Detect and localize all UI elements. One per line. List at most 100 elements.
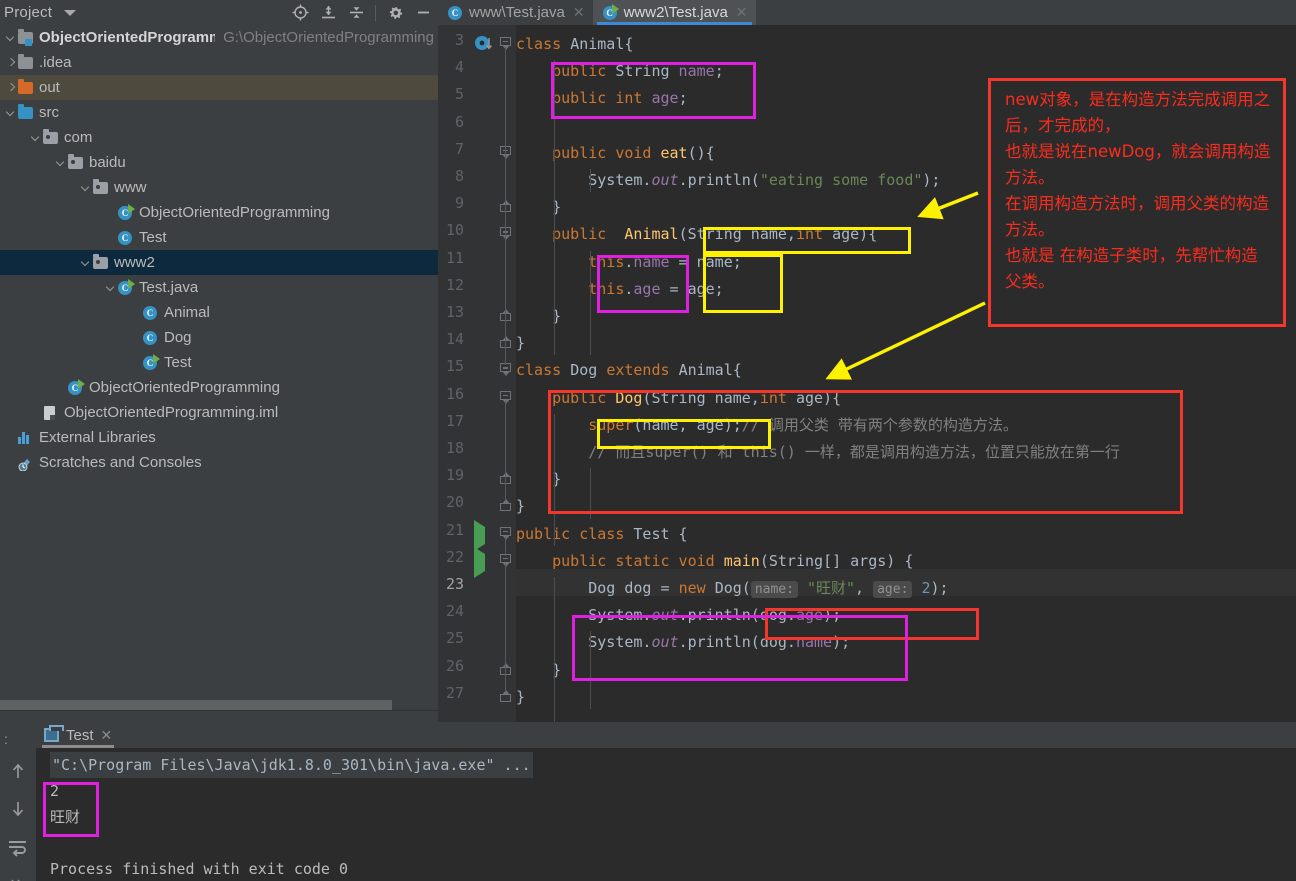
library-icon (17, 430, 34, 446)
project-hscrollbar-thumb[interactable] (0, 700, 392, 710)
code-token: ( (759, 551, 769, 570)
tree-item-out[interactable]: out (0, 75, 438, 100)
gear-icon[interactable] (382, 1, 408, 25)
fold-end-icon[interactable] (500, 689, 511, 703)
line-number: 23 (445, 575, 464, 593)
tree-item-www[interactable]: www (0, 175, 438, 200)
tree-item-animal[interactable]: C Animal (0, 300, 438, 325)
tree-item-label: www (114, 179, 147, 196)
tree-item-test[interactable]: C Test (0, 350, 438, 375)
console-output[interactable]: "C:\Program Files\Java\jdk1.8.0_301\bin\… (36, 748, 1296, 881)
code-line-6[interactable] (516, 113, 525, 140)
bookmark-icon[interactable] (474, 35, 496, 58)
chevrons-icon[interactable] (7, 874, 29, 881)
tree-item-com[interactable]: com (0, 125, 438, 150)
code-line-16[interactable]: public Dog(String name,int age){ (516, 385, 841, 412)
tree-item-www2[interactable]: www2 (0, 250, 438, 275)
expand-all-icon[interactable] (315, 1, 341, 25)
chevron-right-icon[interactable] (4, 56, 17, 69)
tree-item-objectorientedprogramming[interactable]: C ObjectOrientedProgramming (0, 200, 438, 225)
code-token: public static void (516, 551, 724, 570)
down-arrow-icon[interactable] (7, 798, 29, 820)
tree-item-label: .idea (39, 54, 72, 71)
line-number: 18 (445, 439, 464, 457)
code-line-24[interactable]: System.out.println(dog.age); (516, 602, 841, 629)
code-line-5[interactable]: public int age; (516, 85, 687, 112)
tree-item-src[interactable]: src (0, 100, 438, 125)
line-number: 21 (445, 520, 464, 539)
up-arrow-icon[interactable] (7, 760, 29, 782)
chevron-down-icon[interactable] (64, 9, 77, 16)
tree-item-idea[interactable]: .idea (0, 50, 438, 75)
locate-icon[interactable] (287, 1, 313, 25)
code-line-15[interactable]: class Dog extends Animal{ (516, 357, 742, 384)
run-tab-test[interactable]: Test ✕ (36, 722, 120, 748)
code-line-10[interactable]: public Animal(String name,int age){ (516, 221, 877, 248)
run-gutter-icon[interactable] (474, 546, 485, 578)
chevron-down-icon[interactable] (4, 31, 17, 44)
close-icon[interactable]: ✕ (736, 4, 748, 21)
code-line-21[interactable]: public class Test { (516, 521, 688, 548)
editor-gutter[interactable]: 3 4 5 6 7 8 9 10 11 12 13 14 15 16 17 18 19 20 21 22 23 24 25 2… (438, 25, 516, 722)
code-token: ); (832, 633, 851, 652)
tree-item-external-libraries[interactable]: External Libraries (0, 425, 438, 450)
tree-item-objectorientedprogramming[interactable]: ObjectOrientedProgramming G:\ObjectOrient… (0, 25, 438, 50)
tree-item-test[interactable]: C Test (0, 225, 438, 250)
code-line-8[interactable]: System.out.println("eating some food"); (516, 167, 940, 194)
soft-wrap-icon[interactable] (7, 836, 29, 858)
tree-item-dog[interactable]: C Dog (0, 325, 438, 350)
close-icon[interactable]: ✕ (101, 727, 113, 744)
run-toolbar (0, 748, 36, 881)
class-icon: C (117, 230, 134, 246)
code-line-27[interactable]: } (516, 684, 525, 711)
collapse-all-icon[interactable] (343, 1, 369, 25)
editor-tab-2[interactable]: Cwww2\Test.java ✕ (592, 0, 756, 25)
tree-item-objectorientedprogramming[interactable]: C ObjectOrientedProgramming (0, 375, 438, 400)
code-line-22[interactable]: public static void main(String[] args) { (516, 548, 913, 575)
chevron-down-icon[interactable] (79, 256, 92, 269)
project-tree[interactable]: ObjectOrientedProgramming G:\ObjectOrient… (0, 25, 438, 710)
line-number: 17 (445, 411, 464, 430)
tree-item-baidu[interactable]: baidu (0, 150, 438, 175)
tree-item-scratches-and-consoles[interactable]: Scratches and Consoles (0, 450, 438, 475)
chevron-right-icon[interactable] (4, 81, 17, 94)
fold-rail (505, 400, 507, 502)
code-token: Animal (624, 225, 679, 244)
code-token: ( (741, 579, 751, 597)
code-token: { (624, 35, 634, 53)
line-number: 27 (445, 683, 464, 702)
line-number: 16 (445, 384, 464, 403)
chevron-down-icon[interactable] (54, 156, 67, 169)
line-number: 9 (454, 194, 464, 213)
code-line-4[interactable]: public String name; (516, 58, 724, 85)
code-line-14[interactable]: } (516, 330, 525, 357)
run-gutter-icon[interactable] (474, 519, 485, 551)
code-line-25[interactable]: System.out.println(dog.name); (516, 629, 850, 656)
close-icon[interactable]: ✕ (573, 4, 585, 21)
code-line-3[interactable]: class Animal{ (516, 31, 633, 58)
code-token: public int (516, 89, 643, 108)
project-hscrollbar[interactable] (0, 700, 438, 710)
chevron-down-icon[interactable] (4, 106, 17, 119)
code-line-20[interactable]: } (516, 493, 525, 520)
tree-item-objectorientedprogramming-iml[interactable]: ObjectOrientedProgramming.iml (0, 400, 438, 425)
editor-tab-1[interactable]: Cwww\Test.java ✕ (438, 0, 593, 25)
code-line-11[interactable]: this.name = name; (516, 249, 742, 276)
code-line-23[interactable]: Dog dog = new Dog(name: "旺财", age: 2); (516, 575, 949, 602)
tree-item-test-java[interactable]: C Test.java (0, 275, 438, 300)
project-header: Project (0, 0, 438, 25)
chevron-down-icon[interactable] (104, 281, 117, 294)
code-line-18[interactable]: // 而且super() 和 this() 一样，都是调用构造方法，位置只能放在… (516, 439, 1120, 466)
code-token: this (588, 279, 625, 298)
code-token: age: (873, 581, 913, 598)
fold-end-icon[interactable] (500, 499, 511, 512)
chevron-down-icon[interactable] (29, 131, 42, 144)
tree-item-label: Animal (164, 304, 210, 321)
code-line-7[interactable]: public void eat(){ (516, 140, 715, 167)
chevron-down-icon[interactable] (79, 181, 92, 194)
code-line-12[interactable]: this.age = age; (516, 276, 723, 303)
code-line-17[interactable]: super(name, age);// 调用父类 带有两个参数的构造方法。 (516, 412, 1018, 439)
code-token: .println(dog. (678, 633, 796, 652)
minimize-icon[interactable] (410, 1, 436, 25)
